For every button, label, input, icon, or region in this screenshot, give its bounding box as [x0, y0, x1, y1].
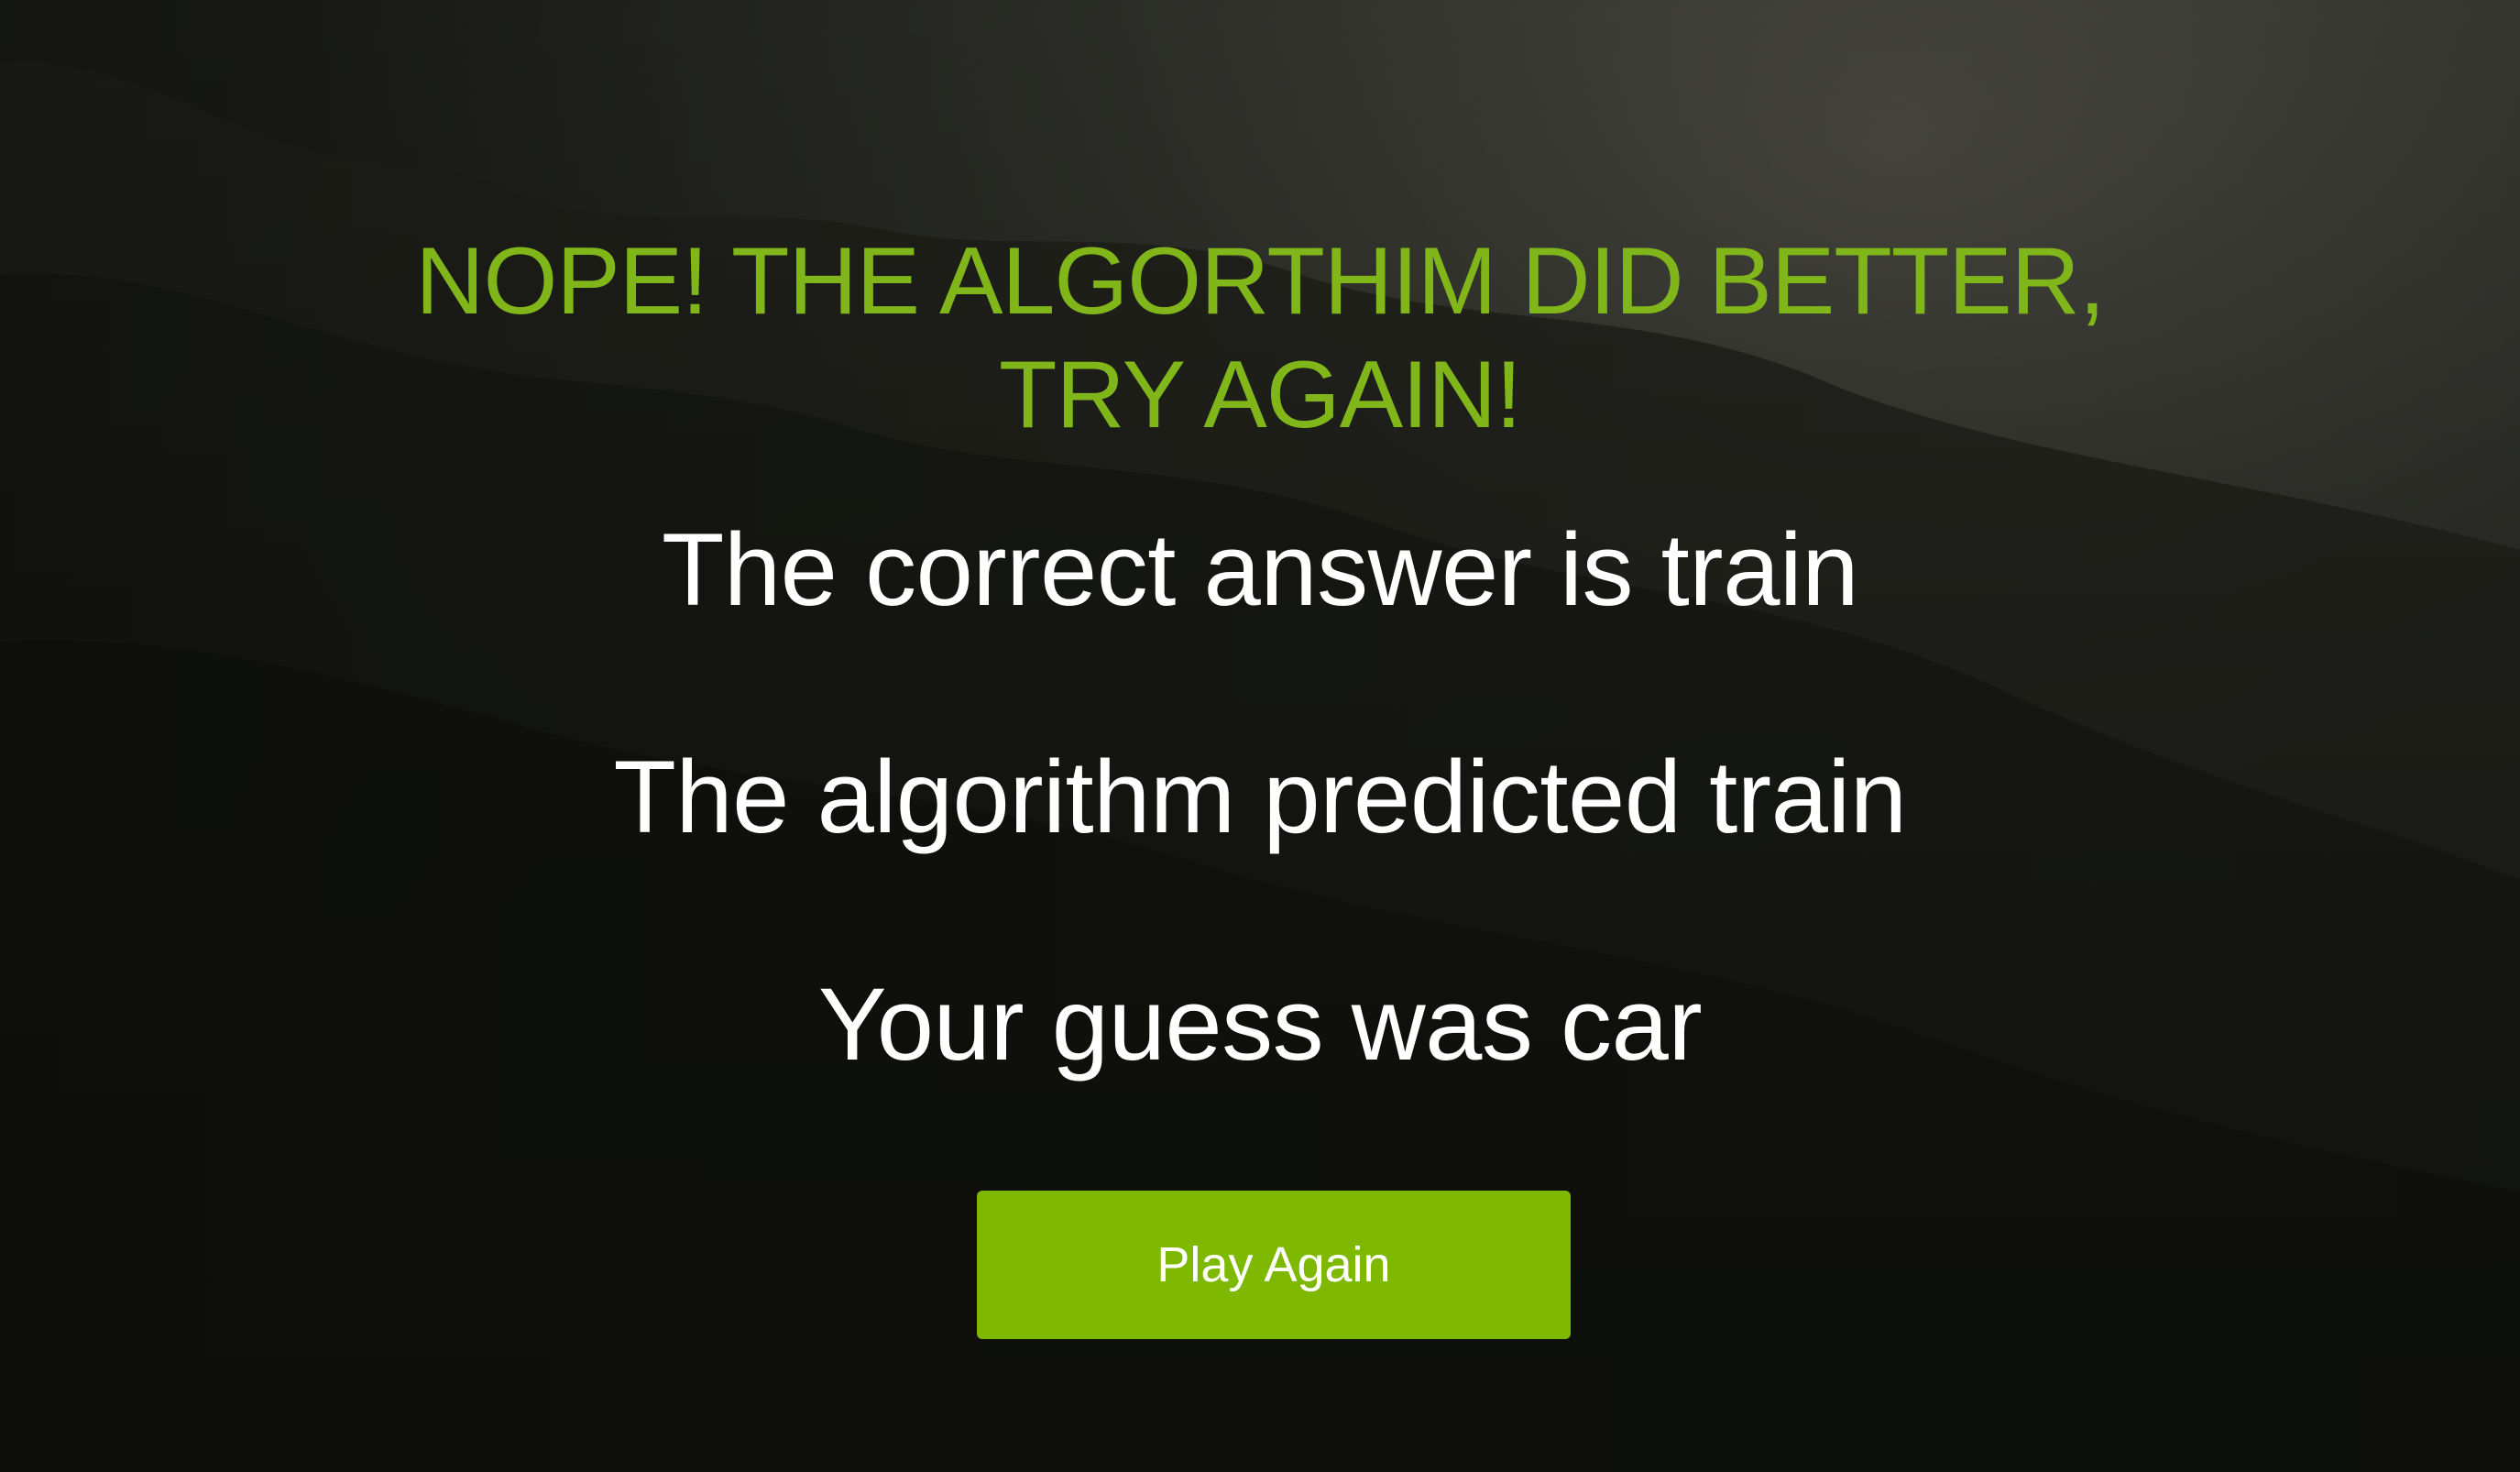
result-screen: NOPE! THE ALGORTHIM DID BETTER, TRY AGAI… [0, 0, 2520, 1472]
play-again-button[interactable]: Play Again [977, 1191, 1571, 1339]
correct-answer-text: The correct answer is train [661, 512, 1859, 627]
result-panel: NOPE! THE ALGORTHIM DID BETTER, TRY AGAI… [0, 0, 2520, 1472]
algorithm-prediction-text: The algorithm predicted train [613, 740, 1907, 854]
result-headline: NOPE! THE ALGORTHIM DID BETTER, TRY AGAI… [344, 225, 2176, 452]
user-guess-text: Your guess was car [817, 967, 1703, 1082]
headline-line-1: NOPE! THE ALGORTHIM DID BETTER, [415, 228, 2105, 335]
headline-line-2: TRY AGAIN! [999, 342, 1522, 448]
